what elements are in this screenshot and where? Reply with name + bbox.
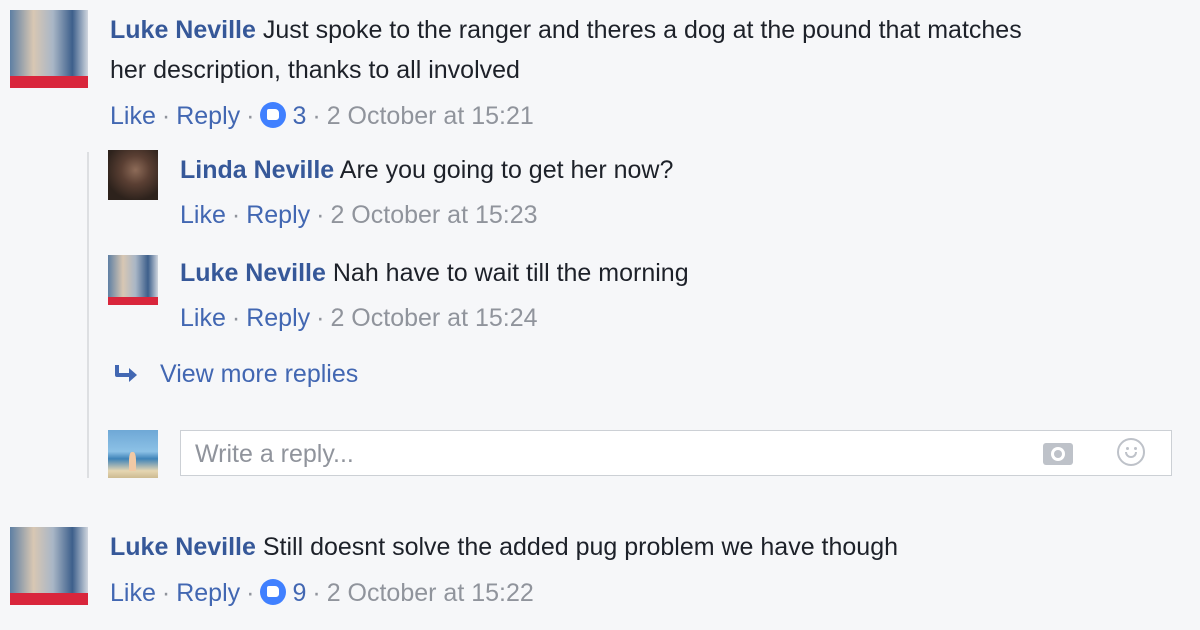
separator: ·	[246, 102, 255, 130]
separator: ·	[312, 579, 321, 607]
like-thumb-icon	[260, 102, 287, 128]
separator: ·	[316, 201, 325, 229]
avatar-luke-neville[interactable]	[10, 10, 88, 88]
reply-thread-line	[87, 152, 89, 478]
reply-author-link[interactable]: Luke Neville	[180, 259, 326, 287]
reaction-count[interactable]: 9	[292, 579, 306, 607]
comment-actions: Like · Reply · 3 · 2 October at 15:21	[110, 100, 534, 132]
reply-button[interactable]: Reply	[176, 102, 240, 130]
reply-button[interactable]: Reply	[246, 304, 310, 332]
avatar-luke-neville[interactable]	[108, 255, 158, 305]
separator: ·	[246, 579, 255, 607]
comment-timestamp[interactable]: 2 October at 15:22	[327, 579, 534, 607]
emoji-icon[interactable]	[1117, 438, 1145, 466]
reply-text: Are you going to get her now?	[339, 156, 674, 184]
reply-input[interactable]	[193, 438, 1017, 470]
comment-text: Just spoke to the ranger and theres a do…	[262, 16, 1022, 44]
like-button[interactable]: Like	[110, 102, 156, 130]
like-button[interactable]: Like	[180, 304, 226, 332]
avatar-luke-neville[interactable]	[10, 527, 88, 605]
comment-body: Luke Neville Still doesnt solve the adde…	[110, 530, 898, 564]
view-more-label: View more replies	[160, 360, 359, 388]
comment-author-link[interactable]: Luke Neville	[110, 533, 256, 561]
reply-author-link[interactable]: Linda Neville	[180, 156, 334, 184]
separator: ·	[161, 102, 171, 130]
avatar-current-user	[108, 430, 158, 478]
like-button[interactable]: Like	[110, 579, 156, 607]
reaction-count[interactable]: 3	[292, 102, 306, 130]
separator: ·	[312, 102, 321, 130]
comment-body: Luke Neville Just spoke to the ranger an…	[110, 13, 1022, 47]
comment-timestamp[interactable]: 2 October at 15:21	[327, 102, 534, 130]
comment-text-continued: her description, thanks to all involved	[110, 56, 520, 84]
avatar-linda-neville[interactable]	[108, 150, 158, 200]
view-more-replies-link[interactable]: View more replies	[114, 360, 358, 389]
reply-body: Linda Neville Are you going to get her n…	[180, 153, 673, 187]
camera-icon[interactable]	[1043, 443, 1073, 465]
reply-timestamp[interactable]: 2 October at 15:23	[330, 201, 537, 229]
separator: ·	[231, 201, 241, 229]
reply-actions: Like · Reply · 2 October at 15:23	[180, 199, 538, 231]
like-thumb-icon	[260, 579, 287, 605]
comment-text: Still doesnt solve the added pug problem…	[262, 533, 899, 561]
reply-actions: Like · Reply · 2 October at 15:24	[180, 302, 538, 334]
separator: ·	[231, 304, 241, 332]
separator: ·	[316, 304, 325, 332]
like-button[interactable]: Like	[180, 201, 226, 229]
reply-body: Luke Neville Nah have to wait till the m…	[180, 256, 689, 290]
reply-composer[interactable]	[180, 430, 1172, 476]
reply-timestamp[interactable]: 2 October at 15:24	[330, 304, 537, 332]
reply-button[interactable]: Reply	[246, 201, 310, 229]
separator: ·	[161, 579, 171, 607]
comment-author-link[interactable]: Luke Neville	[110, 16, 256, 44]
reply-text: Nah have to wait till the morning	[332, 259, 689, 287]
reply-arrow-icon	[115, 365, 137, 382]
reply-button[interactable]: Reply	[176, 579, 240, 607]
comment-actions: Like · Reply · 9 · 2 October at 15:22	[110, 577, 534, 609]
